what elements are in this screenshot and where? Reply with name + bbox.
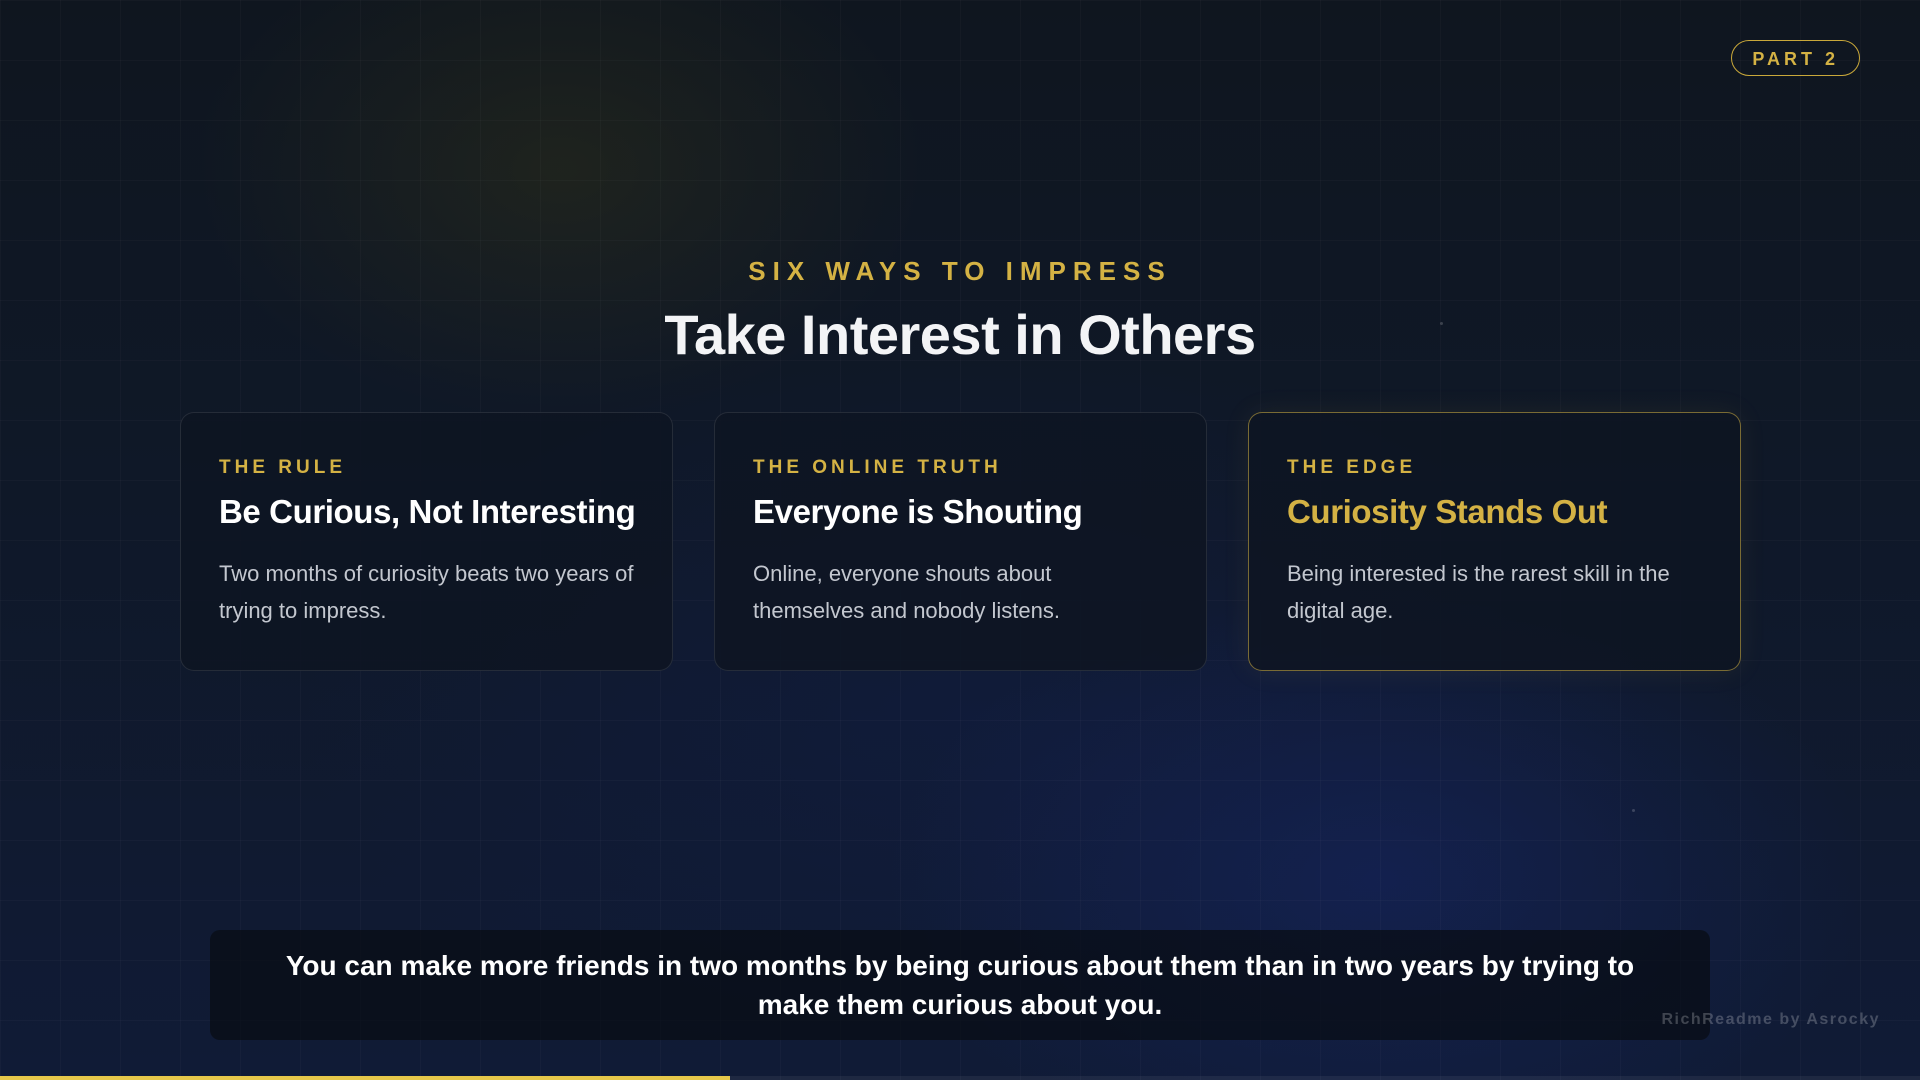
card-the-online-truth: THE ONLINE TRUTH Everyone is Shouting On… bbox=[714, 412, 1207, 671]
card-body: Two months of curiosity beats two years … bbox=[219, 561, 634, 623]
card-the-rule: THE RULE Be Curious, Not Interesting Two… bbox=[180, 412, 673, 671]
card-body: Being interested is the rarest skill in … bbox=[1287, 561, 1670, 623]
card-kicker: THE EDGE bbox=[1287, 457, 1417, 478]
slide-stage: PART 2 SIX WAYS TO IMPRESS Take Interest… bbox=[0, 0, 1920, 1080]
progress-bar bbox=[0, 1076, 1920, 1080]
watermark: RichReadme by Asrocky bbox=[1661, 1011, 1880, 1028]
card-body: Online, everyone shouts about themselves… bbox=[753, 561, 1060, 623]
section-eyebrow: SIX WAYS TO IMPRESS bbox=[748, 256, 1172, 286]
card-the-edge: THE EDGE Curiosity Stands Out Being inte… bbox=[1248, 412, 1741, 671]
card-row: THE RULE Be Curious, Not Interesting Two… bbox=[180, 412, 1741, 671]
decorative-dot bbox=[1632, 809, 1635, 812]
card-kicker: THE RULE bbox=[219, 457, 346, 478]
card-title: Everyone is Shouting bbox=[753, 493, 1083, 530]
slide-title: Take Interest in Others bbox=[664, 303, 1256, 366]
card-kicker: THE ONLINE TRUTH bbox=[753, 457, 1002, 478]
caption-box: You can make more friends in two months … bbox=[210, 930, 1710, 1040]
caption-text: You can make more friends in two months … bbox=[285, 950, 1635, 1020]
card-title: Be Curious, Not Interesting bbox=[219, 493, 636, 530]
part-badge: PART 2 bbox=[1731, 40, 1860, 76]
card-title: Curiosity Stands Out bbox=[1287, 493, 1608, 530]
progress-bar-fill bbox=[0, 1076, 730, 1080]
